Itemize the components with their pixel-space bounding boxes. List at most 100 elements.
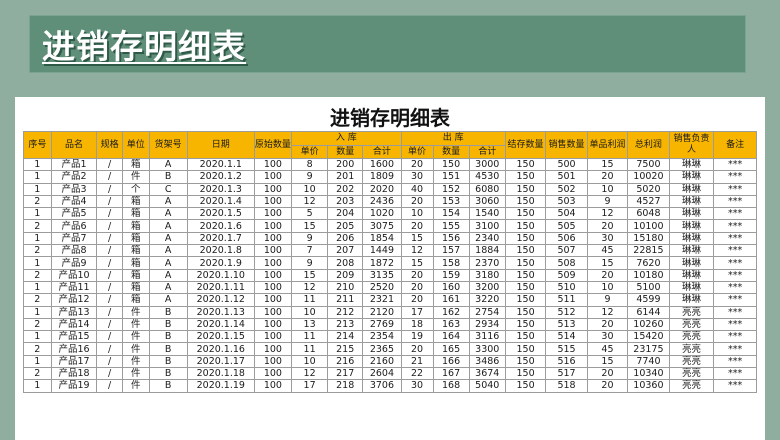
cell-seq: 1: [23, 354, 52, 369]
cell-sales: 510: [545, 280, 588, 295]
cell-orig: 100: [253, 280, 293, 295]
header-person: 销售负责人: [668, 131, 715, 159]
cell-name: 产品14: [50, 317, 98, 332]
header-remark: 备注: [713, 131, 757, 159]
cell-spec: /: [96, 317, 123, 332]
cell-in-total: 2365: [362, 342, 402, 356]
cell-person: 琳琳: [668, 256, 715, 270]
table-row: 1 产品17/件 B 2020.1.17 100 10 216 2160 21 166 3486 15…: [23, 354, 757, 369]
cell-sales: 508: [545, 256, 588, 270]
cell-sales: 514: [545, 330, 588, 344]
cell-unit-profit: 10: [586, 182, 629, 196]
cell-orig: 100: [253, 182, 293, 196]
cell-in-total: 1809: [362, 170, 402, 184]
cell-unit: 箱: [121, 256, 150, 270]
cell-person: 琳琳: [668, 157, 715, 172]
cell-unit-profit: 20: [586, 170, 629, 184]
cell-cargo: A: [148, 207, 188, 221]
cell-out-price: 21: [400, 354, 434, 369]
cell-name: 产品11: [50, 280, 98, 295]
cell-stock: 150: [504, 256, 547, 270]
cell-seq: 2: [23, 317, 52, 332]
cell-person: 琳琳: [668, 182, 715, 196]
cell-out-qty: 167: [432, 367, 470, 381]
cell-out-total: 2754: [468, 305, 506, 319]
cell-out-qty: 161: [432, 293, 470, 307]
cell-person: 琳琳: [668, 170, 715, 184]
cell-in-qty: 203: [327, 194, 364, 209]
cell-unit: 箱: [121, 280, 150, 295]
table-row: 1 产品11/箱 A 2020.1.11 100 12 210 2520 20 160 3200 15…: [23, 280, 757, 295]
header-name: 品名: [50, 131, 98, 159]
cell-remark: ***: [713, 170, 757, 184]
cell-in-price: 10: [291, 354, 329, 369]
cell-unit-profit: 20: [586, 379, 629, 393]
cell-total-profit: 15420: [627, 330, 670, 344]
cell-out-qty: 168: [432, 379, 470, 393]
cell-total-profit: 23175: [627, 342, 670, 356]
cell-in-total: 2436: [362, 194, 402, 209]
cell-out-qty: 154: [432, 207, 470, 221]
cell-orig: 100: [253, 268, 293, 282]
cell-out-qty: 165: [432, 342, 470, 356]
cell-seq: 1: [23, 157, 52, 172]
cell-date: 2020.1.13: [186, 305, 255, 319]
header-spec: 规格: [96, 131, 123, 159]
cell-date: 2020.1.15: [186, 330, 255, 344]
cell-remark: ***: [713, 379, 757, 393]
cell-date: 2020.1.8: [186, 244, 255, 258]
cell-in-qty: 202: [327, 182, 364, 196]
cell-name: 产品6: [50, 219, 98, 233]
header-in-price: 单价: [291, 145, 329, 159]
header-cargo-no: 货架号: [148, 131, 188, 159]
cell-remark: ***: [713, 317, 757, 332]
cell-total-profit: 4599: [627, 293, 670, 307]
table-row: 2 产品4/箱 A 2020.1.4 100 12 203 2436 20 153 3060 150 5…: [23, 194, 757, 209]
cell-out-price: 30: [400, 379, 434, 393]
cell-person: 亮亮: [668, 379, 715, 393]
cell-seq: 1: [23, 330, 52, 344]
cell-total-profit: 7740: [627, 354, 670, 369]
cell-in-total: 2160: [362, 354, 402, 369]
banner-title: 进销存明细表: [42, 27, 246, 66]
cell-unit: 箱: [121, 244, 150, 258]
cell-orig: 100: [253, 305, 293, 319]
cell-in-total: 2604: [362, 367, 402, 381]
cell-stock: 150: [504, 342, 547, 356]
cell-out-qty: 163: [432, 317, 470, 332]
cell-seq: 2: [23, 342, 52, 356]
table-row: 2 产品18/件 B 2020.1.18 100 12 217 2604 22 167 3674 15…: [23, 367, 757, 381]
cell-spec: /: [96, 354, 123, 369]
cell-stock: 150: [504, 305, 547, 319]
cell-name: 产品5: [50, 207, 98, 221]
cell-in-total: 1600: [362, 157, 402, 172]
cell-date: 2020.1.16: [186, 342, 255, 356]
cell-in-price: 5: [291, 207, 329, 221]
cell-person: 亮亮: [668, 330, 715, 344]
inventory-table: 序号 品名 规格 单位 货架号 日期 原始数量 入 库 出 库 结存数量 销售数…: [23, 131, 757, 393]
cell-spec: /: [96, 194, 123, 209]
cell-in-price: 7: [291, 244, 329, 258]
cell-date: 2020.1.5: [186, 207, 255, 221]
cell-cargo: B: [148, 170, 188, 184]
cell-remark: ***: [713, 280, 757, 295]
cell-in-total: 3075: [362, 219, 402, 233]
cell-orig: 100: [253, 157, 293, 172]
cell-in-price: 10: [291, 182, 329, 196]
cell-stock: 150: [504, 280, 547, 295]
cell-in-price: 11: [291, 330, 329, 344]
cell-person: 亮亮: [668, 367, 715, 381]
cell-in-price: 12: [291, 280, 329, 295]
cell-stock: 150: [504, 244, 547, 258]
cell-person: 琳琳: [668, 268, 715, 282]
cell-sales: 502: [545, 182, 588, 196]
cell-person: 琳琳: [668, 194, 715, 209]
cell-out-qty: 160: [432, 280, 470, 295]
cell-in-total: 2120: [362, 305, 402, 319]
cell-out-total: 6080: [468, 182, 506, 196]
cell-out-total: 3100: [468, 219, 506, 233]
cell-total-profit: 6048: [627, 207, 670, 221]
header-out-price: 单价: [400, 145, 434, 159]
cell-cargo: A: [148, 194, 188, 209]
table-row: 2 产品8/箱 A 2020.1.8 100 7 207 1449 12 157 1884 150 50…: [23, 244, 757, 258]
